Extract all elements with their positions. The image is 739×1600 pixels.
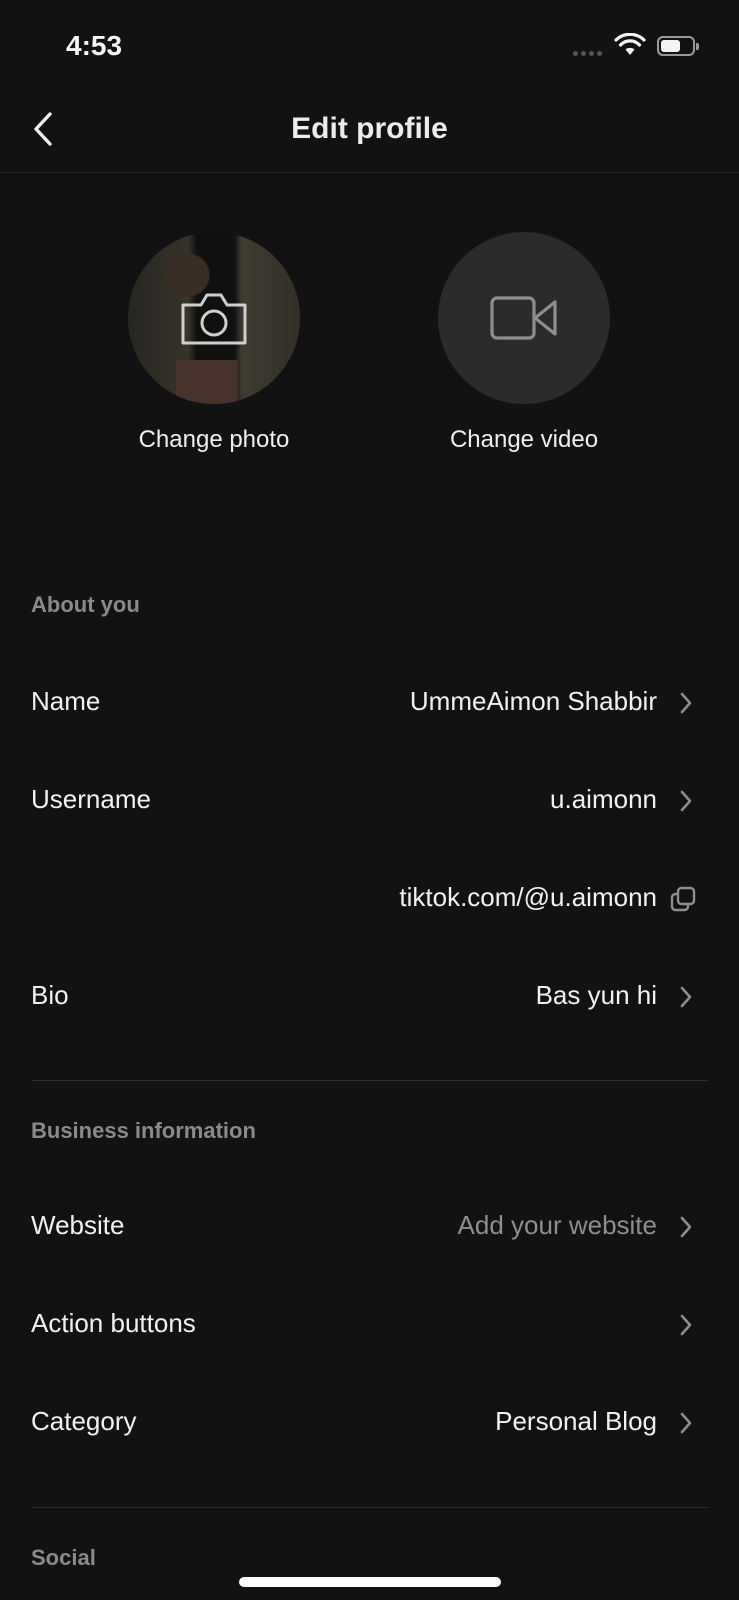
username-value: u.aimonn — [550, 784, 657, 814]
chevron-right-icon — [680, 790, 692, 812]
page-title: Edit profile — [291, 112, 448, 145]
action-buttons-label: Action buttons — [31, 1308, 196, 1338]
row-category[interactable]: Category Personal Blog — [0, 1392, 739, 1452]
profile-link-value: tiktok.com/@u.aimonn — [399, 882, 657, 912]
section-divider — [31, 1507, 708, 1508]
home-indicator[interactable] — [239, 1577, 501, 1587]
avatar[interactable] — [128, 232, 300, 404]
website-label: Website — [31, 1210, 125, 1240]
chevron-right-icon — [680, 1216, 692, 1238]
section-heading-social: Social — [31, 1545, 96, 1570]
change-video-button[interactable]: Change video — [414, 232, 634, 454]
row-profile-link[interactable]: tiktok.com/@u.aimonn — [0, 868, 739, 928]
cellular-signal-icon — [573, 51, 602, 56]
section-heading-business: Business information — [31, 1118, 256, 1143]
chevron-right-icon — [680, 1314, 692, 1336]
row-website[interactable]: Website Add your website — [0, 1196, 739, 1256]
row-username[interactable]: Username u.aimonn — [0, 770, 739, 830]
name-value: UmmeAimon Shabbir — [409, 686, 657, 716]
bio-label: Bio — [31, 980, 69, 1010]
status-time: 4:53 — [66, 30, 123, 61]
nav-header: Edit profile — [0, 90, 739, 173]
status-bar: 4:53 — [0, 0, 739, 90]
change-photo-button[interactable]: Change photo — [104, 232, 324, 454]
chevron-right-icon — [680, 692, 692, 714]
change-video-label: Change video — [449, 426, 599, 453]
battery-icon — [657, 36, 699, 56]
video-camera-icon — [490, 296, 557, 340]
section-divider — [31, 1080, 708, 1081]
copy-icon[interactable] — [670, 886, 696, 912]
category-value: Personal Blog — [495, 1406, 657, 1436]
row-name[interactable]: Name UmmeAimon Shabbir — [0, 672, 739, 732]
change-photo-label: Change photo — [138, 426, 290, 453]
row-action-buttons[interactable]: Action buttons — [0, 1294, 739, 1354]
username-label: Username — [31, 784, 151, 814]
bio-value: Bas yun hi — [535, 980, 657, 1010]
camera-icon — [181, 293, 247, 345]
section-heading-about: About you — [31, 592, 140, 617]
row-bio[interactable]: Bio Bas yun hi — [0, 966, 739, 1026]
website-placeholder: Add your website — [457, 1210, 657, 1240]
chevron-right-icon — [680, 1412, 692, 1434]
video-placeholder[interactable] — [438, 232, 610, 404]
wifi-icon — [614, 33, 646, 55]
name-label: Name — [31, 686, 101, 716]
category-label: Category — [31, 1406, 137, 1436]
chevron-right-icon — [680, 986, 692, 1008]
